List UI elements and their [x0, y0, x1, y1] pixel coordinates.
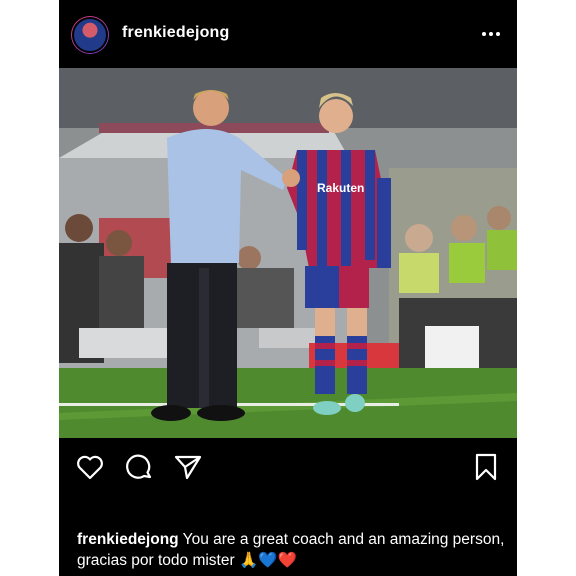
shirt-sponsor-text: Rakuten — [317, 181, 364, 195]
bookmark-icon[interactable] — [471, 452, 501, 482]
heart-icon[interactable] — [75, 452, 105, 482]
avatar[interactable] — [71, 16, 109, 54]
photo-illustration: Rakuten — [59, 68, 517, 438]
post-header: frenkiedejong — [59, 0, 517, 68]
post-caption: frenkiedejong You are a great coach and … — [77, 529, 507, 571]
instagram-post: frenkiedejong Rakuten frenkiedejong You … — [59, 0, 517, 576]
more-options-icon[interactable] — [477, 22, 505, 46]
post-actions — [59, 438, 517, 496]
comment-icon[interactable] — [124, 452, 154, 482]
caption-emojis: 🙏💙❤️ — [238, 552, 297, 569]
caption-username[interactable]: frenkiedejong — [77, 531, 179, 548]
post-photo[interactable]: Rakuten — [59, 68, 517, 438]
post-username[interactable]: frenkiedejong — [122, 24, 230, 42]
share-icon[interactable] — [173, 452, 203, 482]
avatar-image — [72, 17, 108, 53]
